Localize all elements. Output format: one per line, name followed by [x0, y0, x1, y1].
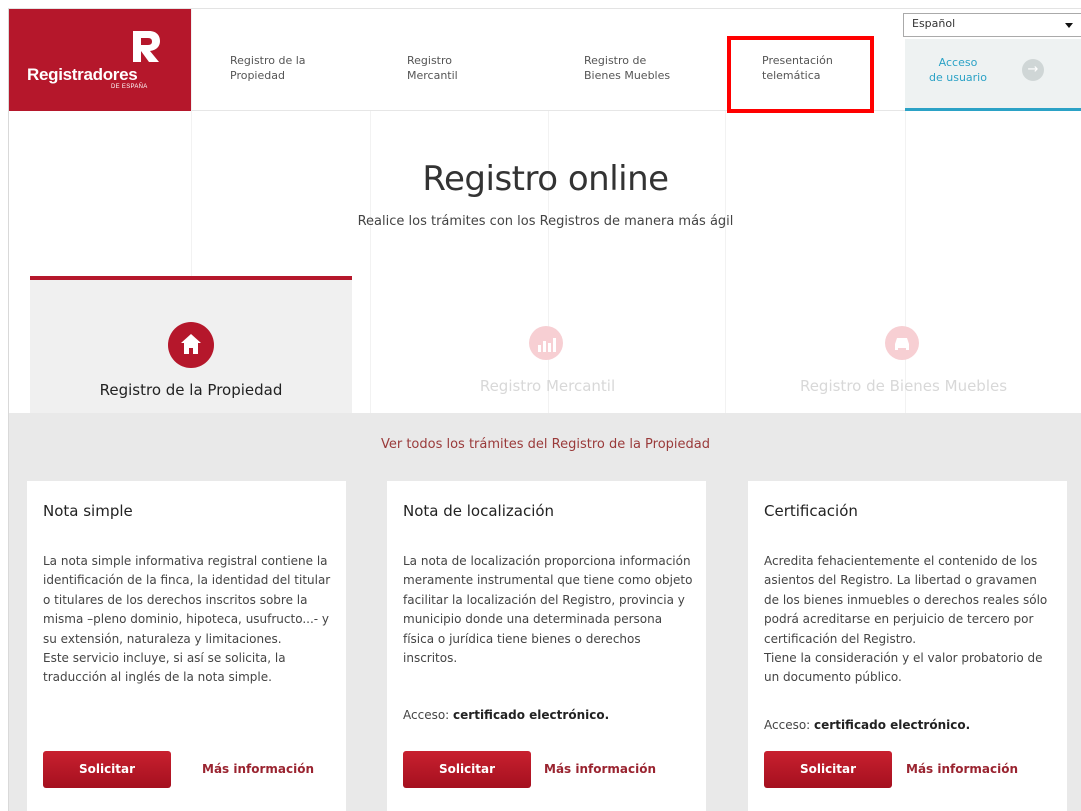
chevron-down-icon: [1065, 23, 1073, 28]
solicitar-button[interactable]: Solicitar: [403, 751, 531, 788]
tab-label: Registro de la Propiedad: [99, 381, 283, 399]
all-procedures-link[interactable]: Ver todos los trámites del Registro de l…: [9, 437, 1081, 452]
card-body: Acredita fehacientemente el contenido de…: [764, 554, 1048, 685]
brand-logo[interactable]: Registradores DE ESPAÑA: [9, 9, 191, 111]
page-frame: Registradores DE ESPAÑA Registro de la P…: [8, 8, 1081, 811]
home-icon: [168, 322, 214, 368]
tab-registro-mercantil[interactable]: Registro Mercantil: [370, 276, 725, 414]
access-info: Acceso: certificado electrónico.: [764, 718, 971, 732]
card-title: Certificación: [764, 502, 858, 520]
chart-icon: [529, 326, 563, 360]
solicitar-button[interactable]: Solicitar: [43, 751, 171, 788]
tab-registro-propiedad[interactable]: Registro de la Propiedad: [30, 276, 352, 414]
card-nota-simple: Nota simple La nota simple informativa r…: [27, 481, 346, 811]
language-select[interactable]: Español: [903, 13, 1081, 37]
card-body: La nota de localización proporciona info…: [403, 554, 693, 666]
language-selected: Español: [912, 17, 956, 30]
page-title: Registro online: [422, 159, 669, 199]
card-nota-localizacion: Nota de localización La nota de localiza…: [387, 481, 706, 811]
more-info-link[interactable]: Más información: [544, 762, 656, 776]
brand-name: Registradores: [27, 65, 138, 84]
tramites-section: Ver todos los trámites del Registro de l…: [9, 413, 1081, 811]
brand-subtitle: DE ESPAÑA: [111, 84, 148, 90]
tab-label: Registro de Bienes Muebles: [799, 377, 1008, 395]
nav-label: Registro Mercantil: [407, 54, 458, 82]
page-subtitle: Realice los trámites con los Registros d…: [357, 214, 734, 229]
arrow-right-icon: →: [1022, 59, 1044, 81]
user-access-button[interactable]: Acceso de usuario →: [905, 39, 1081, 111]
more-info-link[interactable]: Más información: [906, 762, 1018, 776]
more-info-link[interactable]: Más información: [202, 762, 314, 776]
card-title: Nota de localización: [403, 502, 555, 520]
card-title: Nota simple: [43, 502, 133, 520]
card-body: La nota simple informativa registral con…: [43, 554, 331, 685]
solicitar-button[interactable]: Solicitar: [764, 751, 892, 788]
user-access-label: Acceso de usuario: [929, 56, 987, 84]
nav-label: Registro de Bienes Muebles: [584, 54, 671, 82]
highlight-box: [727, 36, 874, 113]
access-info: Acceso: certificado electrónico.: [403, 708, 610, 722]
car-icon: [885, 326, 919, 360]
nav-label: Registro de la Propiedad: [230, 54, 306, 82]
tab-label: Registro Mercantil: [479, 377, 616, 395]
card-certificacion: Certificación Acredita fehacientemente e…: [748, 481, 1067, 811]
tab-registro-bienes-muebles[interactable]: Registro de Bienes Muebles: [725, 276, 1081, 414]
registradores-logo-icon: [133, 31, 160, 62]
